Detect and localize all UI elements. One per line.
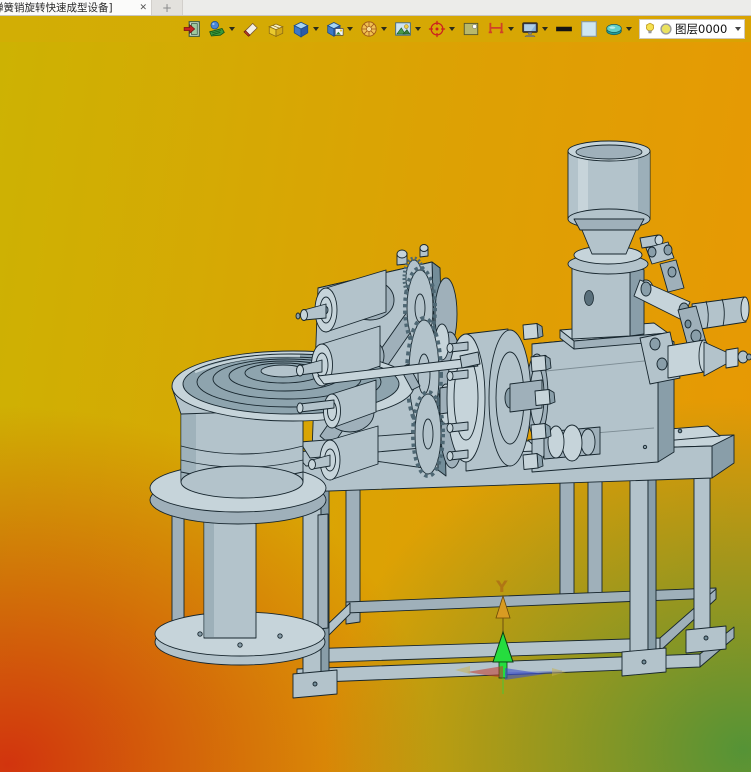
- dropdown-arrow[interactable]: [415, 27, 421, 31]
- dropdown-arrow[interactable]: [626, 27, 632, 31]
- main-toolbar: 图层0000: [0, 16, 751, 42]
- dropdown-arrow[interactable]: [229, 27, 235, 31]
- document-tab-title: 弹簧销旋转快速成型设备]: [0, 2, 113, 14]
- layer-color-icon: [660, 23, 672, 35]
- spray-material-icon[interactable]: [208, 20, 226, 38]
- open-box-icon[interactable]: [267, 20, 285, 38]
- tab-bar: 弹簧销旋转快速成型设备] ✕ +: [0, 0, 751, 16]
- dropdown-arrow[interactable]: [508, 27, 514, 31]
- line-width-icon[interactable]: [555, 20, 573, 38]
- monitor-display-icon[interactable]: [521, 20, 539, 38]
- layer-disc-icon[interactable]: [605, 20, 623, 38]
- viewport-canvas[interactable]: Y: [0, 42, 751, 772]
- combo-dropdown-arrow[interactable]: [735, 27, 741, 31]
- linkage-arms[interactable]: [633, 234, 751, 385]
- color-swatch-icon[interactable]: [580, 20, 598, 38]
- dropdown-arrow[interactable]: [313, 27, 319, 31]
- dropdown-arrow[interactable]: [449, 27, 455, 31]
- target-point-icon[interactable]: [428, 20, 446, 38]
- eraser-icon[interactable]: [242, 20, 260, 38]
- layer-combobox[interactable]: 图层0000: [639, 19, 745, 39]
- layer-name: 图层0000: [675, 22, 728, 36]
- lightbulb-icon: [645, 22, 655, 34]
- dropdown-arrow[interactable]: [542, 27, 548, 31]
- section-bracket-icon[interactable]: [487, 20, 505, 38]
- document-tab[interactable]: 弹簧销旋转快速成型设备] ✕: [0, 0, 152, 15]
- viewport-3d[interactable]: Y: [0, 42, 751, 772]
- textured-cube-icon[interactable]: [326, 20, 344, 38]
- wireframe-sphere-icon[interactable]: [360, 20, 378, 38]
- toolbar-icon-group: 图层0000: [183, 19, 745, 39]
- exit-door-icon[interactable]: [183, 20, 201, 38]
- dropdown-arrow[interactable]: [347, 27, 353, 31]
- viewport-panel-icon[interactable]: [462, 20, 480, 38]
- shaded-cube-icon[interactable]: [292, 20, 310, 38]
- new-tab-button[interactable]: +: [152, 0, 183, 15]
- close-tab-icon[interactable]: ✕: [135, 3, 151, 13]
- render-image-icon[interactable]: [394, 20, 412, 38]
- axis-y-label: Y: [495, 577, 508, 596]
- dropdown-arrow[interactable]: [381, 27, 387, 31]
